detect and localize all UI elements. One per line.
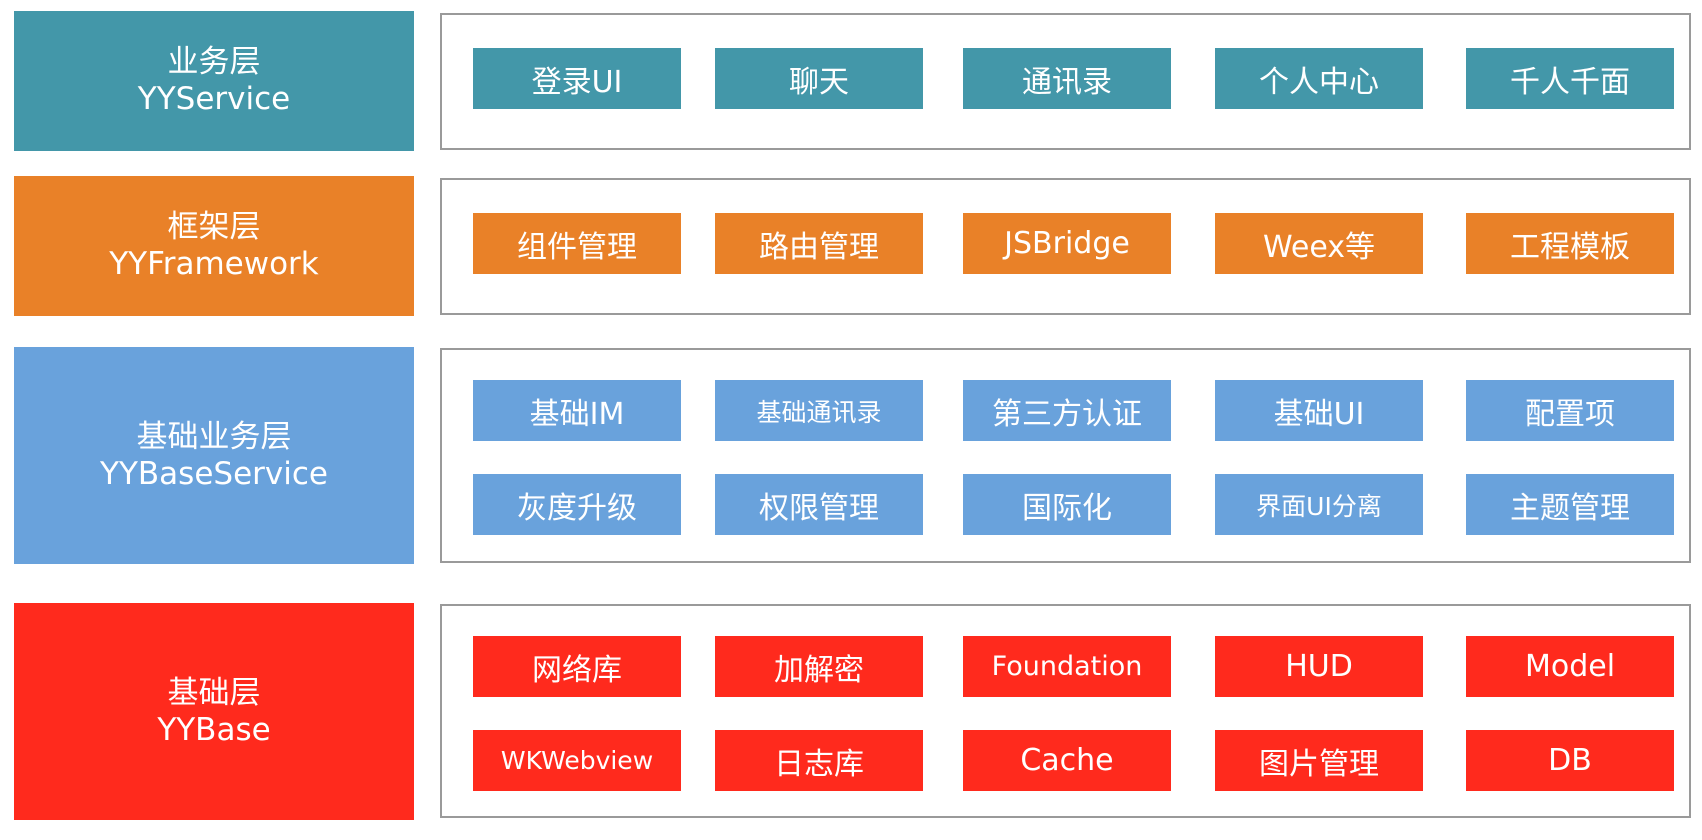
layer-title-cn: 基础层 [167, 674, 261, 711]
module-box: 工程模板 [1466, 213, 1674, 274]
module-box: HUD [1215, 636, 1423, 697]
module-box: 基础IM [473, 380, 681, 441]
layer-title-en: YYFramework [109, 246, 319, 282]
module-box: Weex等 [1215, 213, 1423, 274]
layer-title-en: YYBaseService [100, 455, 328, 492]
module-box: 基础UI [1215, 380, 1423, 441]
module-box: 主题管理 [1466, 474, 1674, 535]
module-box: Cache [963, 730, 1171, 791]
layer-title-en: YYBase [157, 711, 271, 748]
module-box: 国际化 [963, 474, 1171, 535]
module-box: Foundation [963, 636, 1171, 697]
layer-label-base: 基础层 YYBase [14, 603, 414, 820]
layer-title-en: YYService [137, 81, 291, 117]
layer-label-framework: 框架层 YYFramework [14, 176, 414, 316]
layer-panel-base: 网络库 加解密 Foundation HUD Model WKWebview 日… [440, 604, 1691, 818]
module-box: 登录UI [473, 48, 681, 109]
layer-label-baseservice: 基础业务层 YYBaseService [14, 347, 414, 564]
module-box: 第三方认证 [963, 380, 1171, 441]
layer-title-cn: 业务层 [167, 44, 261, 80]
module-box: WKWebview [473, 730, 681, 791]
module-box: 个人中心 [1215, 48, 1423, 109]
layer-panel-baseservice: 基础IM 基础通讯录 第三方认证 基础UI 配置项 灰度升级 权限管理 国际化 … [440, 348, 1691, 563]
layer-panel-service: 登录UI 聊天 通讯录 个人中心 千人千面 [440, 13, 1691, 150]
module-box: 聊天 [715, 48, 923, 109]
module-box: 千人千面 [1466, 48, 1674, 109]
module-box: 灰度升级 [473, 474, 681, 535]
module-box: 配置项 [1466, 380, 1674, 441]
module-box: Model [1466, 636, 1674, 697]
module-box: 基础通讯录 [715, 380, 923, 441]
module-box: 日志库 [715, 730, 923, 791]
module-box: DB [1466, 730, 1674, 791]
layer-panel-framework: 组件管理 路由管理 JSBridge Weex等 工程模板 [440, 178, 1691, 315]
module-box: 图片管理 [1215, 730, 1423, 791]
module-box: JSBridge [963, 213, 1171, 274]
module-box: 界面UI分离 [1215, 474, 1423, 535]
module-box: 组件管理 [473, 213, 681, 274]
layer-title-cn: 框架层 [167, 209, 261, 245]
layer-title-cn: 基础业务层 [136, 418, 292, 455]
module-box: 路由管理 [715, 213, 923, 274]
module-box: 网络库 [473, 636, 681, 697]
module-box: 加解密 [715, 636, 923, 697]
layer-label-service: 业务层 YYService [14, 11, 414, 151]
module-box: 权限管理 [715, 474, 923, 535]
module-box: 通讯录 [963, 48, 1171, 109]
